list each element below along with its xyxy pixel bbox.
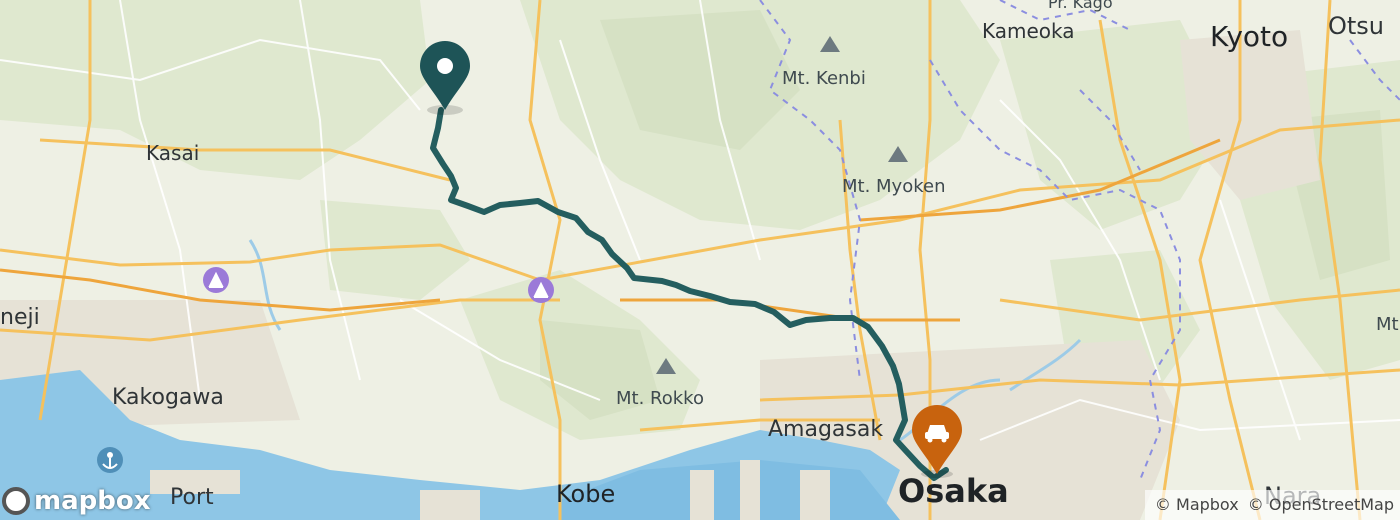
port-icon [97,447,123,473]
mapbox-logo-text: mapbox [34,486,151,516]
park-icon [203,267,229,293]
label-mt-kenbi: Mt. Kenbi [782,68,866,89]
map-view[interactable]: Kyoto Otsu Kameoka Kasai neji Kakogawa A… [0,0,1400,520]
attribution: © Mapbox © OpenStreetMap [1144,490,1400,520]
label-mt-rokko: Mt. Rokko [616,388,704,409]
label-kameoka: Kameoka [982,19,1075,43]
label-kakogawa: Kakogawa [112,385,224,410]
map-canvas[interactable]: Kyoto Otsu Kameoka Kasai neji Kakogawa A… [0,0,1400,520]
mapbox-logo[interactable]: mapbox [2,484,151,518]
attribution-mapbox-link[interactable]: © Mapbox [1155,495,1239,514]
label-himeji: neji [0,305,40,330]
attribution-osm-link[interactable]: © OpenStreetMap [1248,495,1394,514]
park-icon [528,277,554,303]
label-kyoto: Kyoto [1210,20,1288,53]
label-right-partial: Mt [1376,314,1399,335]
label-mt-myoken: Mt. Myoken [842,176,946,197]
label-kobe: Kobe [556,480,615,508]
label-port: Port [170,485,214,510]
label-kasai: Kasai [146,141,199,165]
label-osaka: Osaka [898,472,1009,510]
mapbox-logo-icon [2,487,30,515]
origin-dot-icon [437,58,453,74]
label-otsu: Otsu [1328,12,1384,40]
label-amagasaki: Amagasak [768,417,883,442]
label-top-partial: Pr. Kago [1048,0,1113,12]
